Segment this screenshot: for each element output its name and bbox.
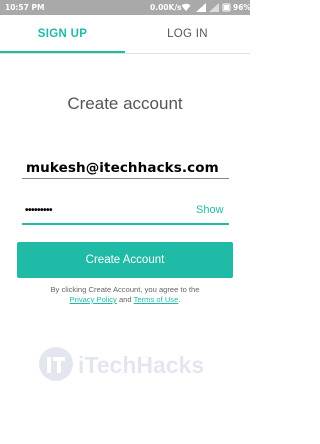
tab-log-in[interactable]: LOG IN <box>125 15 250 53</box>
tab-sign-up[interactable]: SIGN UP <box>0 15 125 53</box>
terms-notice: By clicking Create Account, you agree to… <box>0 285 250 305</box>
show-password-button[interactable]: Show <box>196 204 224 216</box>
password-field-underline <box>22 223 229 225</box>
network-speed: 0.00K/s <box>150 3 182 12</box>
auth-tabs: SIGN UP LOG IN <box>0 15 250 53</box>
status-bar: 10:57 PM 0.00K/s 96% <box>0 0 251 15</box>
signal-secondary-icon <box>209 3 219 12</box>
create-account-button[interactable]: Create Account <box>17 242 233 278</box>
watermark-text: iTechHacks <box>78 352 205 378</box>
terms-prefix: By clicking Create Account, you agree to… <box>50 285 200 294</box>
watermark: iTechHacks <box>38 346 218 386</box>
battery-icon <box>222 3 231 12</box>
battery-percent: 96% <box>233 3 251 12</box>
wifi-icon <box>181 3 191 11</box>
status-time: 10:57 PM <box>5 3 45 12</box>
signal-icon <box>196 3 206 12</box>
tab-divider <box>0 53 250 54</box>
password-field[interactable]: ••••••••• <box>25 205 53 216</box>
email-field-underline <box>22 178 229 179</box>
terms-of-use-link[interactable]: Terms of Use <box>134 295 179 304</box>
itechhacks-logo-icon <box>39 347 73 381</box>
terms-and: and <box>118 295 132 304</box>
page-title: Create account <box>67 94 183 113</box>
privacy-policy-link[interactable]: Privacy Policy <box>70 295 117 304</box>
terms-suffix: . <box>178 295 181 304</box>
email-field[interactable]: mukesh@itechhacks.com <box>26 160 219 176</box>
